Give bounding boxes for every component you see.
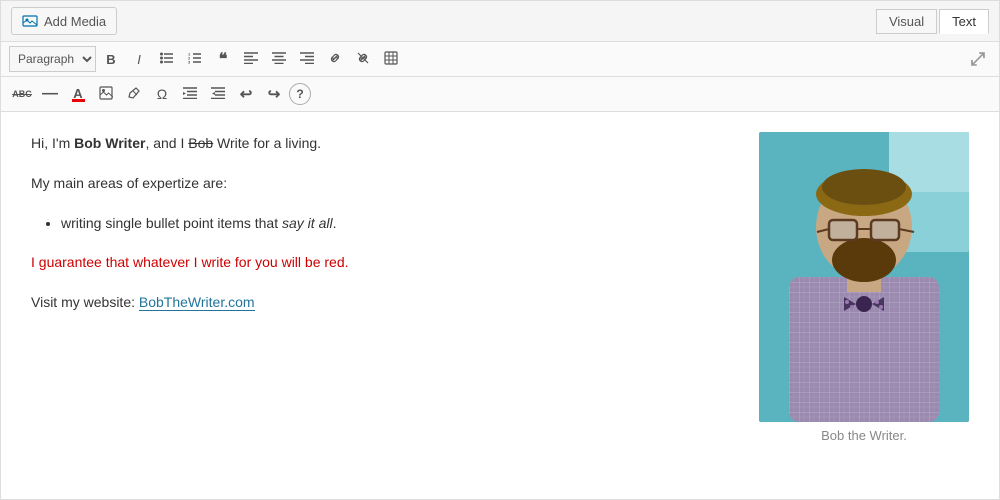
person-image (759, 132, 969, 422)
intro-prefix: Hi, I'm (31, 135, 74, 151)
image-caption: Bob the Writer. (821, 428, 907, 443)
help-icon: ? (296, 87, 303, 101)
outdent-button[interactable] (205, 81, 231, 107)
align-center-icon (272, 52, 286, 67)
bullet-italic: say it all (282, 215, 333, 231)
undo-button[interactable]: ↩ (233, 81, 259, 107)
align-right-button[interactable] (294, 46, 320, 72)
intro-suffix: Write for a living. (213, 135, 321, 151)
add-media-icon (22, 13, 38, 29)
website-link[interactable]: BobTheWriter.com (139, 294, 255, 311)
tab-visual[interactable]: Visual (876, 9, 937, 34)
bullet-prefix: writing single bullet point items that (61, 215, 282, 231)
bullet-suffix: . (333, 215, 337, 231)
indent-button[interactable] (177, 81, 203, 107)
media-library-button[interactable] (93, 81, 119, 107)
link-icon (328, 51, 342, 68)
table-button[interactable] (378, 46, 404, 72)
add-media-button[interactable]: Add Media (11, 7, 117, 35)
italic-button[interactable] (126, 46, 152, 72)
svg-text:3: 3 (188, 59, 191, 64)
editor-content[interactable]: Hi, I'm Bob Writer, and I Bob Write for … (31, 132, 739, 479)
indent-icon (183, 87, 197, 102)
italic-icon (137, 52, 141, 67)
editor-wrapper: Add Media Visual Text Paragraph 123 (0, 0, 1000, 500)
paragraph-select[interactable]: Paragraph (9, 46, 96, 72)
unlink-icon (356, 51, 370, 68)
bullet-item: writing single bullet point items that s… (61, 212, 739, 236)
intro-bold-name: Bob Writer (74, 135, 145, 151)
blockquote-button[interactable]: ❝ (210, 46, 236, 72)
align-right-icon (300, 52, 314, 67)
hr-icon: — (42, 85, 58, 103)
paragraph-expertize: My main areas of expertize are: (31, 172, 739, 196)
view-tabs: Visual Text (876, 9, 989, 34)
paragraph-intro: Hi, I'm Bob Writer, and I Bob Write for … (31, 132, 739, 156)
strikethrough-button[interactable]: ABC (9, 81, 35, 107)
media-library-icon (99, 86, 113, 103)
redo-icon: ↪ (268, 85, 281, 103)
table-icon (384, 51, 398, 68)
align-left-button[interactable] (238, 46, 264, 72)
blockquote-icon: ❝ (219, 49, 228, 69)
tab-text[interactable]: Text (939, 9, 989, 34)
toolbar-row1: Paragraph 123 ❝ (1, 42, 999, 77)
paragraph-red: I guarantee that whatever I write for yo… (31, 251, 739, 275)
ul-button[interactable] (154, 46, 180, 72)
undo-icon: ↩ (240, 85, 253, 103)
intro-infix: , and I (145, 135, 188, 151)
outdent-icon (211, 87, 225, 102)
redo-button[interactable]: ↪ (261, 81, 287, 107)
link-button[interactable] (322, 46, 348, 72)
fullscreen-icon: ⤢ (971, 49, 985, 70)
hr-button[interactable]: — (37, 81, 63, 107)
bold-icon (106, 52, 115, 67)
help-button[interactable]: ? (289, 83, 311, 105)
intro-strikethrough: Bob (188, 135, 213, 151)
align-left-icon (244, 52, 258, 67)
red-text: I guarantee that whatever I write for yo… (31, 254, 349, 270)
bullet-list: writing single bullet point items that s… (61, 212, 739, 236)
paragraph-website: Visit my website: BobTheWriter.com (31, 291, 739, 315)
sidebar-image-area: Bob the Writer. (759, 132, 969, 479)
top-bar: Add Media Visual Text (1, 1, 999, 42)
omega-button[interactable]: Ω (149, 81, 175, 107)
add-media-label: Add Media (44, 14, 106, 29)
ol-button[interactable]: 123 (182, 46, 208, 72)
strikethrough-icon: ABC (12, 89, 32, 99)
eraser-icon (127, 86, 141, 103)
ul-icon (160, 51, 174, 68)
toolbar-row2: ABC — A Ω (1, 77, 999, 112)
text-color-button[interactable]: A (65, 81, 91, 107)
unlink-button[interactable] (350, 46, 376, 72)
eraser-button[interactable] (121, 81, 147, 107)
ol-icon: 123 (188, 51, 202, 68)
content-area: Hi, I'm Bob Writer, and I Bob Write for … (1, 112, 999, 499)
omega-icon: Ω (157, 86, 167, 102)
website-prefix: Visit my website: (31, 294, 139, 310)
text-color-icon: A (72, 86, 85, 102)
bold-button[interactable] (98, 46, 124, 72)
align-center-button[interactable] (266, 46, 292, 72)
fullscreen-button[interactable]: ⤢ (965, 46, 991, 72)
